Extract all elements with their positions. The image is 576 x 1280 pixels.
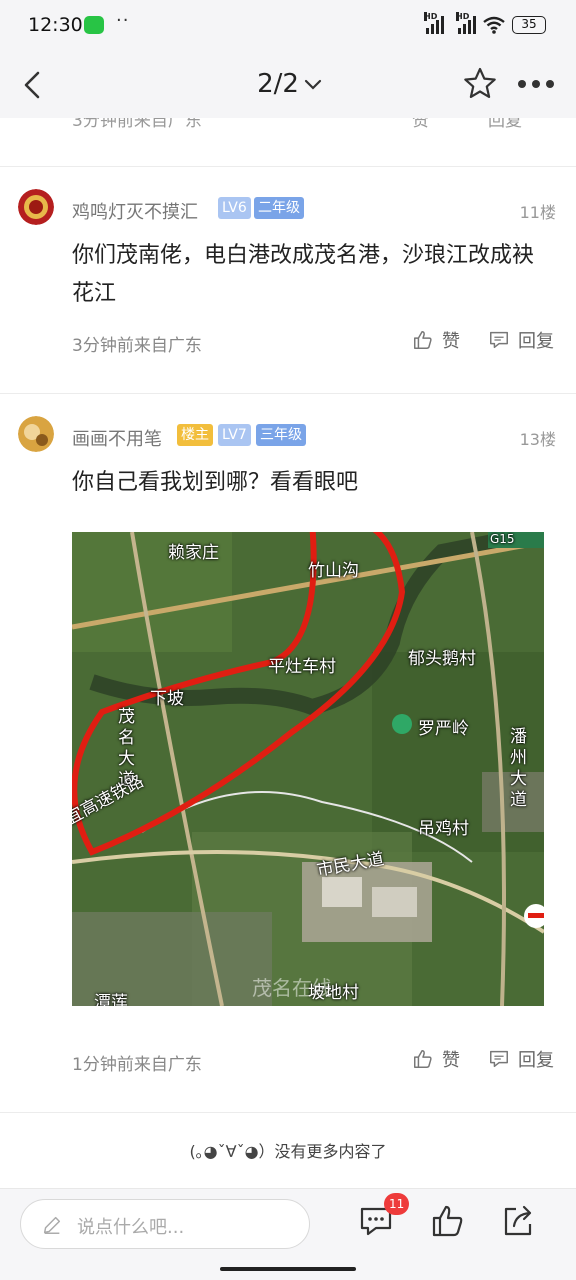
level-badge: LV6 [218,197,251,219]
more-dots-icon[interactable] [518,76,562,92]
comment-floor-11: 鸡鸣灯灭不摸汇 LV6 二年级 11楼 你们茂南佬，电白港改成茂名港，沙琅江改成… [0,167,576,393]
username[interactable]: 鸡鸣灯灭不摸汇 [72,198,198,224]
avatar-image [18,416,54,452]
comment-meta: 3分钟前来自广东 [72,336,202,356]
signal-icon-2: HD [456,12,476,34]
comment-text: 你们茂南佬，电白港改成茂名港，沙琅江改成袂花江 [72,243,535,306]
no-more-content-text: (｡◕ˇ∀ˇ◕）没有更多内容了 [189,1142,387,1161]
reply-icon [490,1050,508,1068]
map-label: 潘州大道 [506,727,526,811]
wifi-icon [483,16,505,34]
pen-icon [43,1216,61,1234]
comment-input[interactable]: 说点什么吧... [20,1199,310,1249]
host-badge: 楼主 [177,424,213,446]
map-label: 罗严岭 [418,719,469,739]
map-watermark: 茂名在线 [252,976,332,1000]
username[interactable]: 画画不用笔 [72,425,162,451]
satellite-map-image[interactable]: 赖家庄 竹山沟 G15 平灶车村 郁头鹅村 下坡 罗严岭 茂名大道 潘州大道 宜… [72,532,544,1006]
status-bar: 12:30 ·· HD HD 35 [0,0,576,52]
reply-button[interactable]: 回复 [488,1046,554,1072]
thumbs-up-icon[interactable] [430,1203,466,1239]
grade-badge: 三年级 [256,424,306,446]
status-indicators: HD HD 35 [424,12,546,34]
level-badge: LV7 [218,424,251,446]
map-label: 吊鸡村 [418,819,469,839]
thumbs-up-icon [414,331,432,349]
comment-text: 你自己看我划到哪？看看眼吧 [72,470,359,495]
signal-icon: HD [424,12,444,34]
map-label: 下坡 [150,689,184,709]
comment-count-badge: 11 [384,1193,410,1215]
battery-indicator: 35 [512,16,546,34]
cut-reply: 回复 [488,118,522,131]
like-button[interactable]: 赞 [412,1046,460,1072]
wechat-icon [84,16,104,34]
comment-meta: 1分钟前来自广东 [72,1055,202,1075]
reply-button[interactable]: 回复 [488,327,554,353]
back-arrow-icon[interactable] [14,65,54,105]
avatar-image [18,189,54,225]
comment-placeholder: 说点什么吧... [77,1217,185,1238]
bottom-action-bar: 说点什么吧... 11 [0,1188,576,1280]
hd-label-2: HD [456,12,470,21]
grade-badge: 二年级 [254,197,304,219]
divider [0,1112,576,1113]
cut-meta: 3分钟前来自广东 [72,118,202,131]
share-icon[interactable] [500,1203,536,1239]
hd-label: HD [424,12,438,21]
cut-like: 赞 [412,118,429,131]
status-time: 12:30 [28,14,83,36]
home-indicator [220,1267,356,1271]
map-label: 潭莲 [94,993,128,1006]
status-dots: ·· [116,10,130,31]
reply-label: 回复 [518,1050,554,1071]
chevron-down-icon [304,79,322,90]
like-label: 赞 [442,331,460,352]
map-label: 赖家庄 [168,543,219,563]
star-icon[interactable] [460,64,500,104]
page-selector[interactable]: 2/2 [240,66,340,102]
avatar[interactable] [18,189,54,225]
reply-icon [490,331,508,349]
top-navbar: 2/2 [0,52,576,118]
page-number: 2/2 [257,69,299,99]
floor-number: 13楼 [519,430,556,449]
map-label: G15 [490,532,515,546]
reply-label: 回复 [518,331,554,352]
map-label: 平灶车村 [268,657,336,677]
like-button[interactable]: 赞 [412,327,460,353]
map-label: 竹山沟 [308,561,359,581]
floor-number: 11楼 [519,203,556,222]
map-terrain [72,532,544,1006]
map-label: 郁头鹅村 [408,649,476,669]
like-label: 赞 [442,1050,460,1071]
thumbs-up-icon [414,1050,432,1068]
avatar[interactable] [18,416,54,452]
previous-post-cutoff: 3分钟前来自广东 赞 回复 [0,118,576,132]
